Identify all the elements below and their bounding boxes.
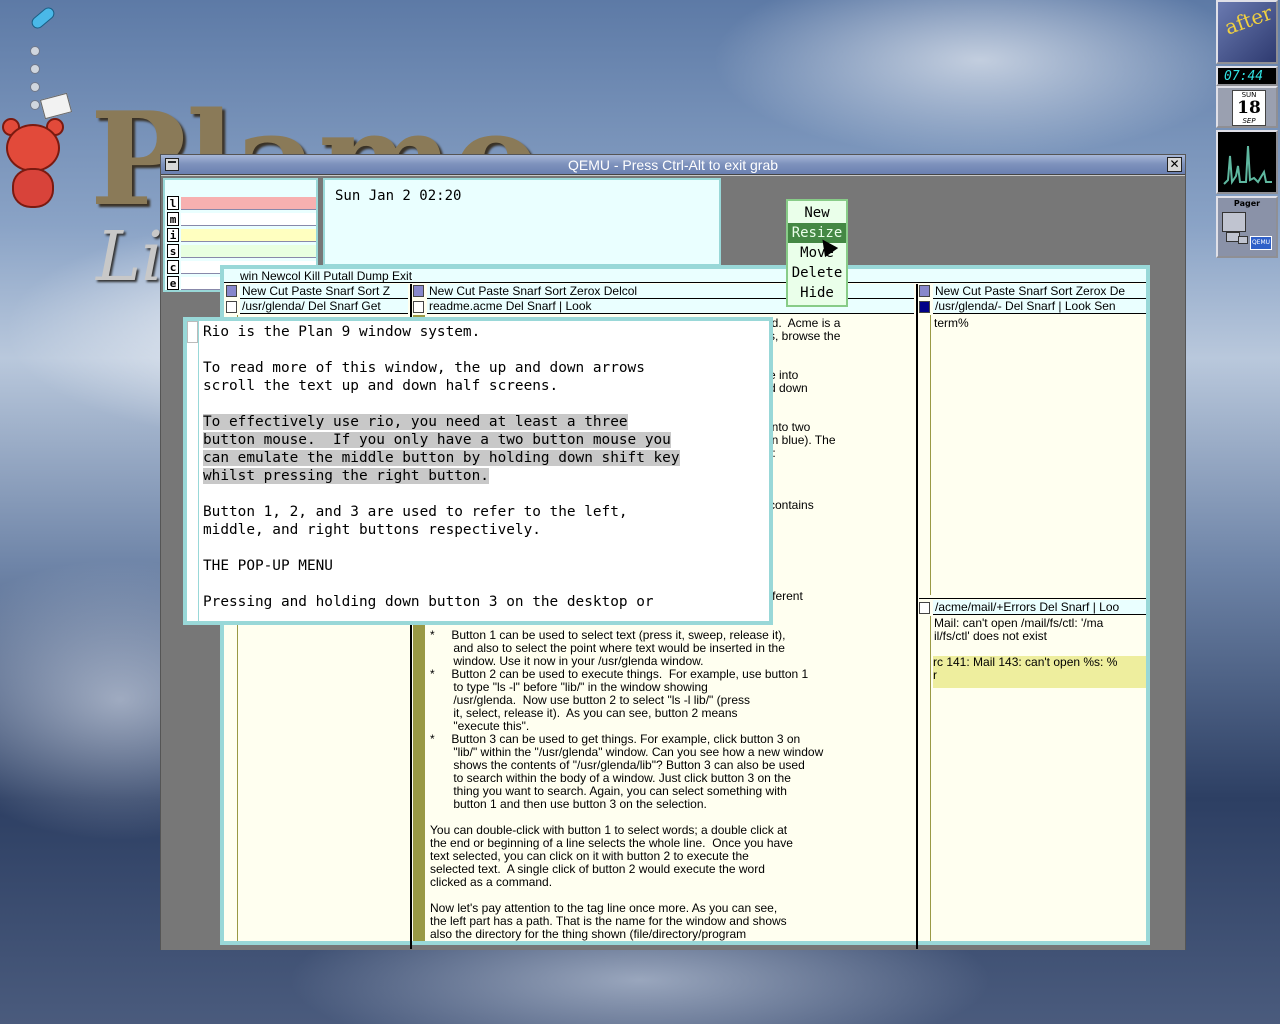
stat-row: m <box>167 212 316 228</box>
stat-key: c <box>167 260 179 274</box>
readme-fragment: in blue). The <box>769 433 836 447</box>
readme-fragment: s, browse the <box>769 329 841 343</box>
menu-item-delete[interactable]: Delete <box>788 263 846 283</box>
mail-icon[interactable] <box>39 92 73 120</box>
qemu-title: QEMU - Press Ctrl-Alt to exit grab <box>567 157 779 173</box>
rio-text[interactable]: Rio is the Plan 9 window system. To read… <box>203 323 680 611</box>
menu-item-new[interactable]: New <box>788 203 846 223</box>
dock-dot-icon[interactable] <box>30 64 40 74</box>
stat-key: s <box>167 244 179 258</box>
column-tag[interactable]: New Cut Paste Snarf Sort Z <box>240 284 408 299</box>
stat-key: e <box>167 276 179 290</box>
pager-desk[interactable] <box>1222 212 1246 232</box>
column-handle[interactable] <box>226 285 237 297</box>
window-separator <box>919 598 1146 599</box>
window-handle[interactable] <box>413 301 424 313</box>
dock-clock: 07:44 <box>1216 66 1278 86</box>
calendar-day: 18 <box>1237 98 1261 118</box>
qemu-window[interactable]: QEMU - Press Ctrl-Alt to exit grab ✕ l m… <box>160 154 1186 950</box>
readme-fragment: d down <box>769 381 808 395</box>
pager-title: Pager <box>1233 199 1261 208</box>
pager-qemu[interactable]: QEMU <box>1250 236 1272 250</box>
readme-body[interactable]: * Button 1 can be used to select text (p… <box>430 629 823 941</box>
stat-graph <box>181 229 316 242</box>
stat-key: m <box>167 212 179 226</box>
clock-window[interactable]: Sun Jan 2 02:20 <box>323 178 721 266</box>
cpu-monitor <box>1216 130 1278 194</box>
dock-dot-icon[interactable] <box>30 46 40 56</box>
bear-mascot-icon[interactable] <box>0 118 66 210</box>
stat-key: l <box>167 196 179 210</box>
dock-clock-time: 07:44 <box>1224 69 1264 84</box>
window-handle[interactable] <box>919 602 930 614</box>
window-handle[interactable] <box>226 301 237 313</box>
column-handle[interactable] <box>413 285 424 297</box>
mail-error-selected: rc 141: Mail 143: can't open %s: % r <box>933 656 1146 688</box>
window-tag[interactable]: /usr/glenda/- Del Snarf | Look Sen <box>933 299 1146 314</box>
scrollbar[interactable] <box>187 321 199 621</box>
readme-fragment: fferent <box>769 589 803 603</box>
terminal-prompt[interactable]: term% <box>934 317 969 330</box>
mail-error-text: Mail: can't open /mail/fs/ctl: '/ma il/f… <box>934 616 1104 643</box>
plan9-screen[interactable]: l m i s c e Sun Jan 2 02:20 win Newcol K… <box>161 176 1185 950</box>
tube-icon[interactable] <box>29 5 57 31</box>
window-tag[interactable]: /acme/mail/+Errors Del Snarf | Loo <box>933 600 1146 615</box>
rio-text-selected: To effectively use rio, you need at leas… <box>203 414 680 484</box>
column-handle[interactable] <box>919 285 930 297</box>
close-icon[interactable]: ✕ <box>1167 157 1182 172</box>
calendar-month: SEP <box>1242 117 1256 125</box>
cpu-graph-icon <box>1222 136 1274 188</box>
column-tag[interactable]: New Cut Paste Snarf Sort Zerox De <box>933 284 1146 299</box>
dock-calendar[interactable]: SUN 18 SEP <box>1216 86 1278 128</box>
pager-desk[interactable] <box>1238 236 1248 244</box>
dock-dot-icon[interactable] <box>30 82 40 92</box>
pager[interactable]: Pager QEMU <box>1216 196 1278 258</box>
clock-time: Sun Jan 2 02:20 <box>335 188 462 204</box>
stat-key: i <box>167 228 179 242</box>
window-handle[interactable] <box>919 301 930 313</box>
afterstep-logo-icon[interactable]: after <box>1216 0 1278 64</box>
stat-row: s <box>167 244 316 260</box>
rio-text-after: Button 1, 2, and 3 are used to refer to … <box>203 504 654 610</box>
popup-menu[interactable]: New Resize Move Delete Hide <box>786 199 848 307</box>
stat-row: i <box>167 228 316 244</box>
rio-text-before: Rio is the Plan 9 window system. To read… <box>203 324 645 394</box>
rio-text-window[interactable]: Rio is the Plan 9 window system. To read… <box>183 317 773 625</box>
scroll-thumb[interactable] <box>187 321 198 343</box>
column-separator[interactable] <box>916 284 918 949</box>
stat-graph <box>181 213 316 226</box>
menu-item-hide[interactable]: Hide <box>788 283 846 303</box>
plamo-logo-sub: Li <box>96 218 163 297</box>
menu-item-resize[interactable]: Resize <box>788 223 846 243</box>
acme-main-tag[interactable]: win Newcol Kill Putall Dump Exit <box>224 269 1146 283</box>
scrollbar[interactable] <box>919 616 931 941</box>
stat-graph <box>181 197 316 210</box>
scrollbar[interactable] <box>919 315 931 595</box>
dock-dot-icon[interactable] <box>30 100 40 110</box>
window-tag[interactable]: /usr/glenda/ Del Snarf Get <box>240 299 408 314</box>
stat-row: l <box>167 196 316 212</box>
readme-fragment: contains <box>769 498 814 512</box>
qemu-titlebar[interactable]: QEMU - Press Ctrl-Alt to exit grab ✕ <box>161 155 1185 175</box>
stat-graph <box>181 245 316 258</box>
